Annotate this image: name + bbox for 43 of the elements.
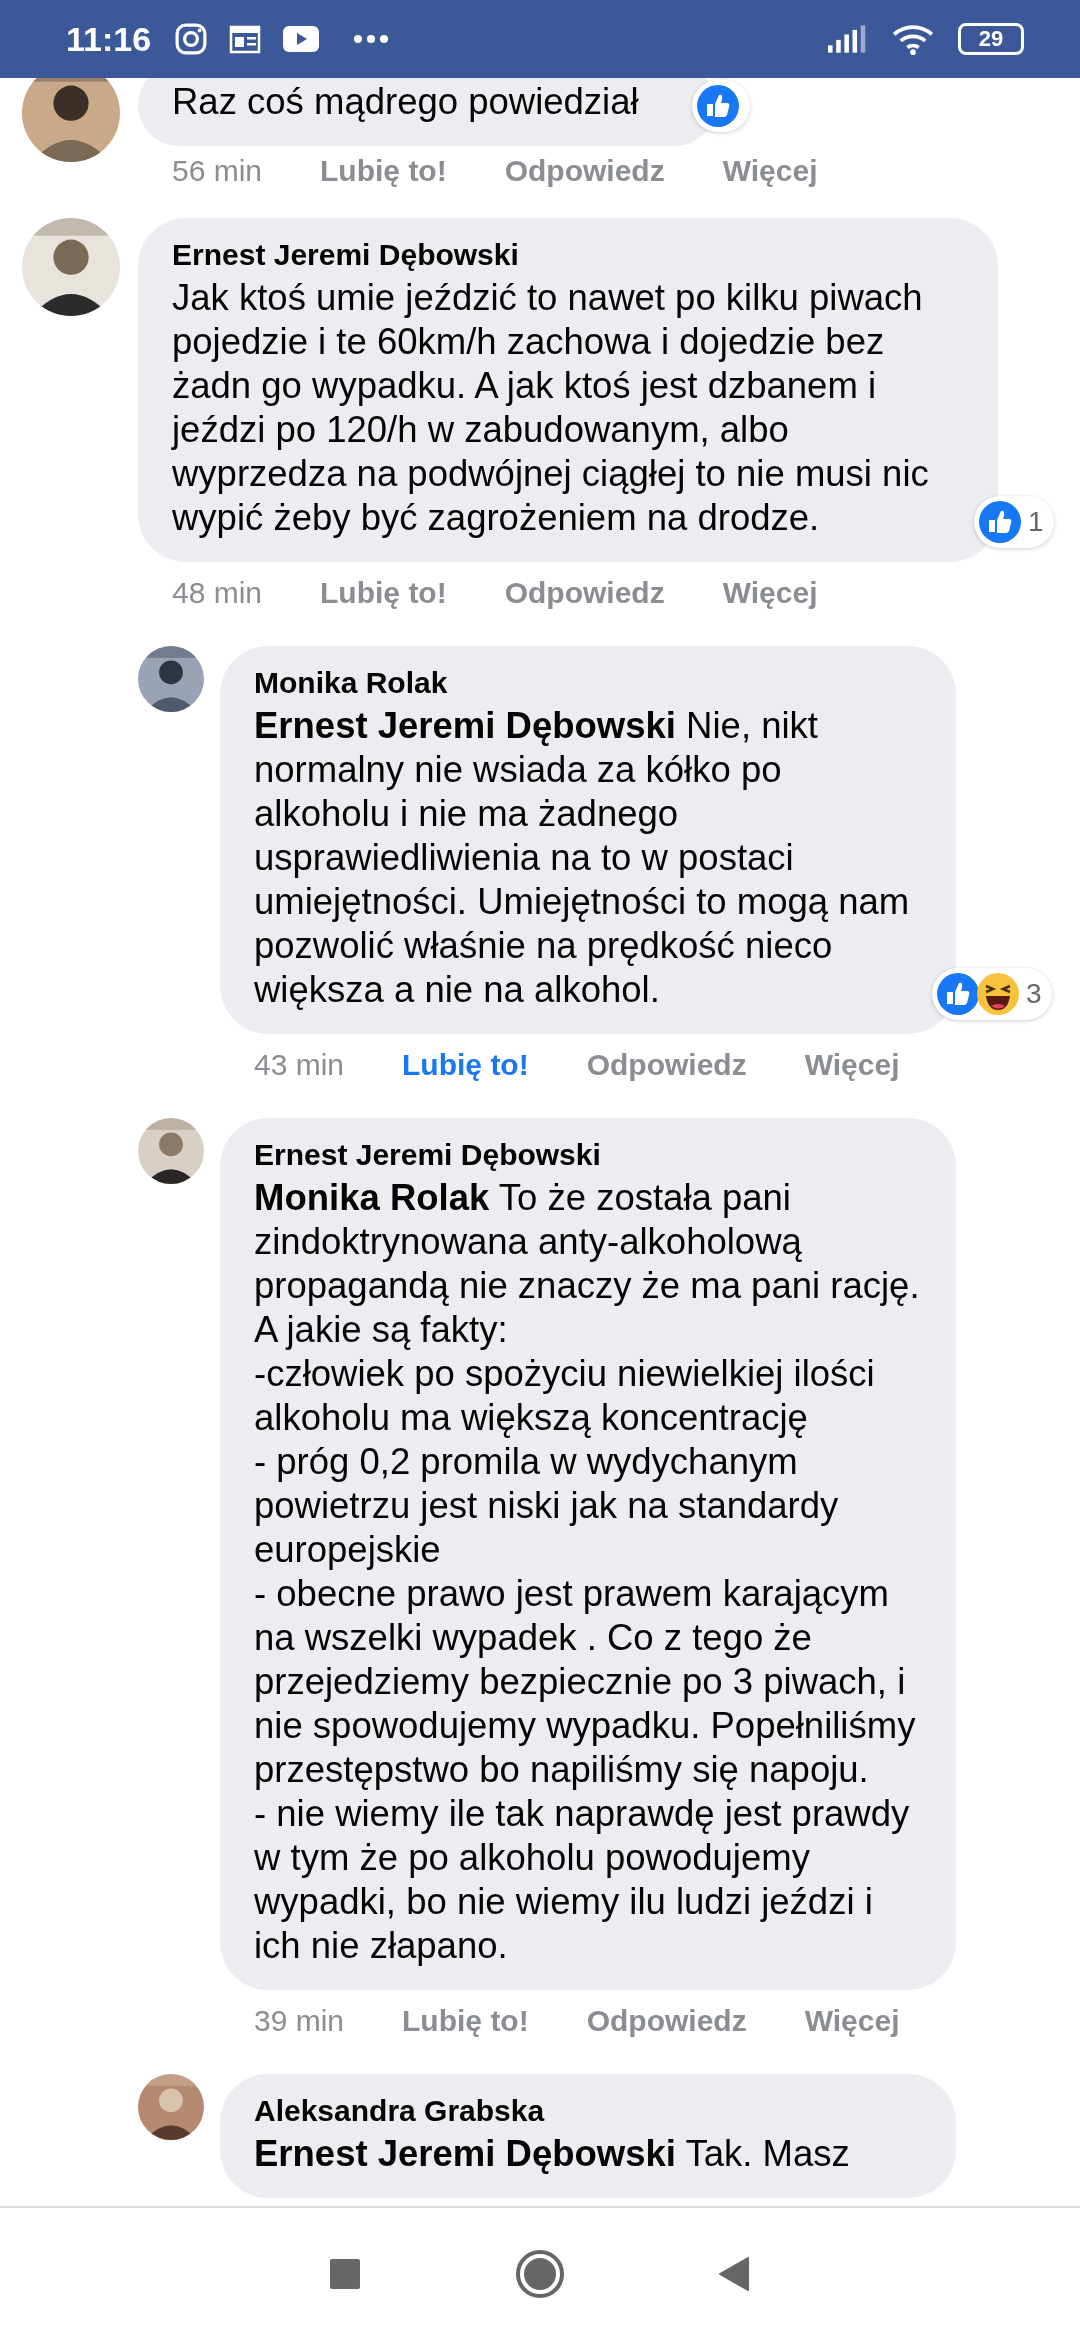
reaction-badge[interactable]: 3 — [932, 968, 1052, 1020]
comment-text: Ernest Jeremi Dębowski Tak. Masz — [254, 2132, 851, 2176]
like-link[interactable]: Lubię to! — [402, 2004, 529, 2038]
reply-link[interactable]: Odpowiedz — [586, 1048, 747, 1082]
reply-link[interactable]: Odpowiedz — [586, 2004, 747, 2038]
reaction-badge[interactable] — [692, 80, 750, 132]
signal-icon — [828, 25, 868, 53]
video-play-icon — [283, 26, 320, 52]
author-name[interactable]: Aleksandra Grabska — [254, 2090, 922, 2132]
author-name[interactable]: Ernest Jeremi Dębowski — [172, 234, 964, 276]
more-icon — [353, 34, 390, 44]
comment-text: Raz coś mądrego powiedział — [172, 80, 640, 124]
comment-text: Monika Rolak To że została pani zindoktrynowana anty-alkoholową propagandą nie znaczy że ma pani rację. A jakie są fakty: -człowiek po spożyciu niewielkiej ilości alkoholu ma większą koncentrację - próg 0,2 promila w wydychanym powietrzu jest niski jak na standardy europejskie - obecne prawo jest prawem karającym na wszelki wypadek . Co z tego że przejedziemy bezpiecznie po 3 piwach, i nie spowodujemy wypadku. Popełniliśmy przestępstwo bo napiliśmy się napoju. - nie wiemy ile tak naprawdę jest prawdy w tym że po alkoholu powodujemy wypadki, bo nie wiemy ilu ludzi jeździ i ich nie złapano. — [254, 1176, 921, 1968]
battery-level: 29 — [978, 26, 1004, 52]
reaction-badge[interactable]: 1 — [974, 496, 1054, 548]
reaction-count: 1 — [1028, 506, 1044, 538]
comment-time: 56 min — [172, 154, 263, 188]
more-link[interactable]: Więcej — [722, 576, 818, 610]
clock: 11:16 — [66, 19, 152, 59]
more-link[interactable]: Więcej — [804, 1048, 900, 1082]
comment-time: 39 min — [254, 2004, 345, 2038]
like-icon — [936, 972, 980, 1016]
like-link[interactable]: Lubię to! — [402, 1048, 529, 1082]
circle-icon — [515, 2249, 565, 2299]
calendar-icon — [229, 24, 262, 54]
comment-text: Ernest Jeremi Dębowski Nie, nikt normalny nie wsiada za kółko po alkoholu i nie ma żadnego usprawiedliwienia na to w postaci umiejętności. Umiejętności to mogą nam pozwolić właśnie na prędkość nieco większa a nie na alkohol. — [254, 704, 911, 1012]
like-link[interactable]: Lubię to! — [320, 154, 447, 188]
reply-link[interactable]: Odpowiedz — [504, 576, 665, 610]
reaction-count: 3 — [1026, 978, 1042, 1010]
more-link[interactable]: Więcej — [804, 2004, 900, 2038]
more-link[interactable]: Więcej — [722, 154, 818, 188]
comment-time: 43 min — [254, 1048, 345, 1082]
author-name[interactable]: Monika Rolak — [254, 662, 922, 704]
reply-link[interactable]: Odpowiedz — [504, 154, 665, 188]
wifi-icon — [892, 23, 934, 55]
camera-icon — [175, 23, 208, 55]
like-icon — [696, 84, 740, 128]
author-name[interactable]: Ernest Jeremi Dębowski — [254, 1134, 922, 1176]
laughing-emoji-icon — [976, 972, 1020, 1016]
like-icon — [978, 500, 1022, 544]
comment-text: Jak ktoś umie jeździć to nawet po kilku piwach pojedzie i te 60km/h zachowa i dojedzie bez żadn go wypadku. A jak ktoś jest dzbanem i jeździ po 120/h w zabudowanym, albo wyprzedza na podwójnej ciągłej to nie musi nic wypić żeby być zagrożeniem na drodze. — [172, 276, 930, 540]
like-link[interactable]: Lubię to! — [320, 576, 447, 610]
comment-time: 48 min — [172, 576, 263, 610]
